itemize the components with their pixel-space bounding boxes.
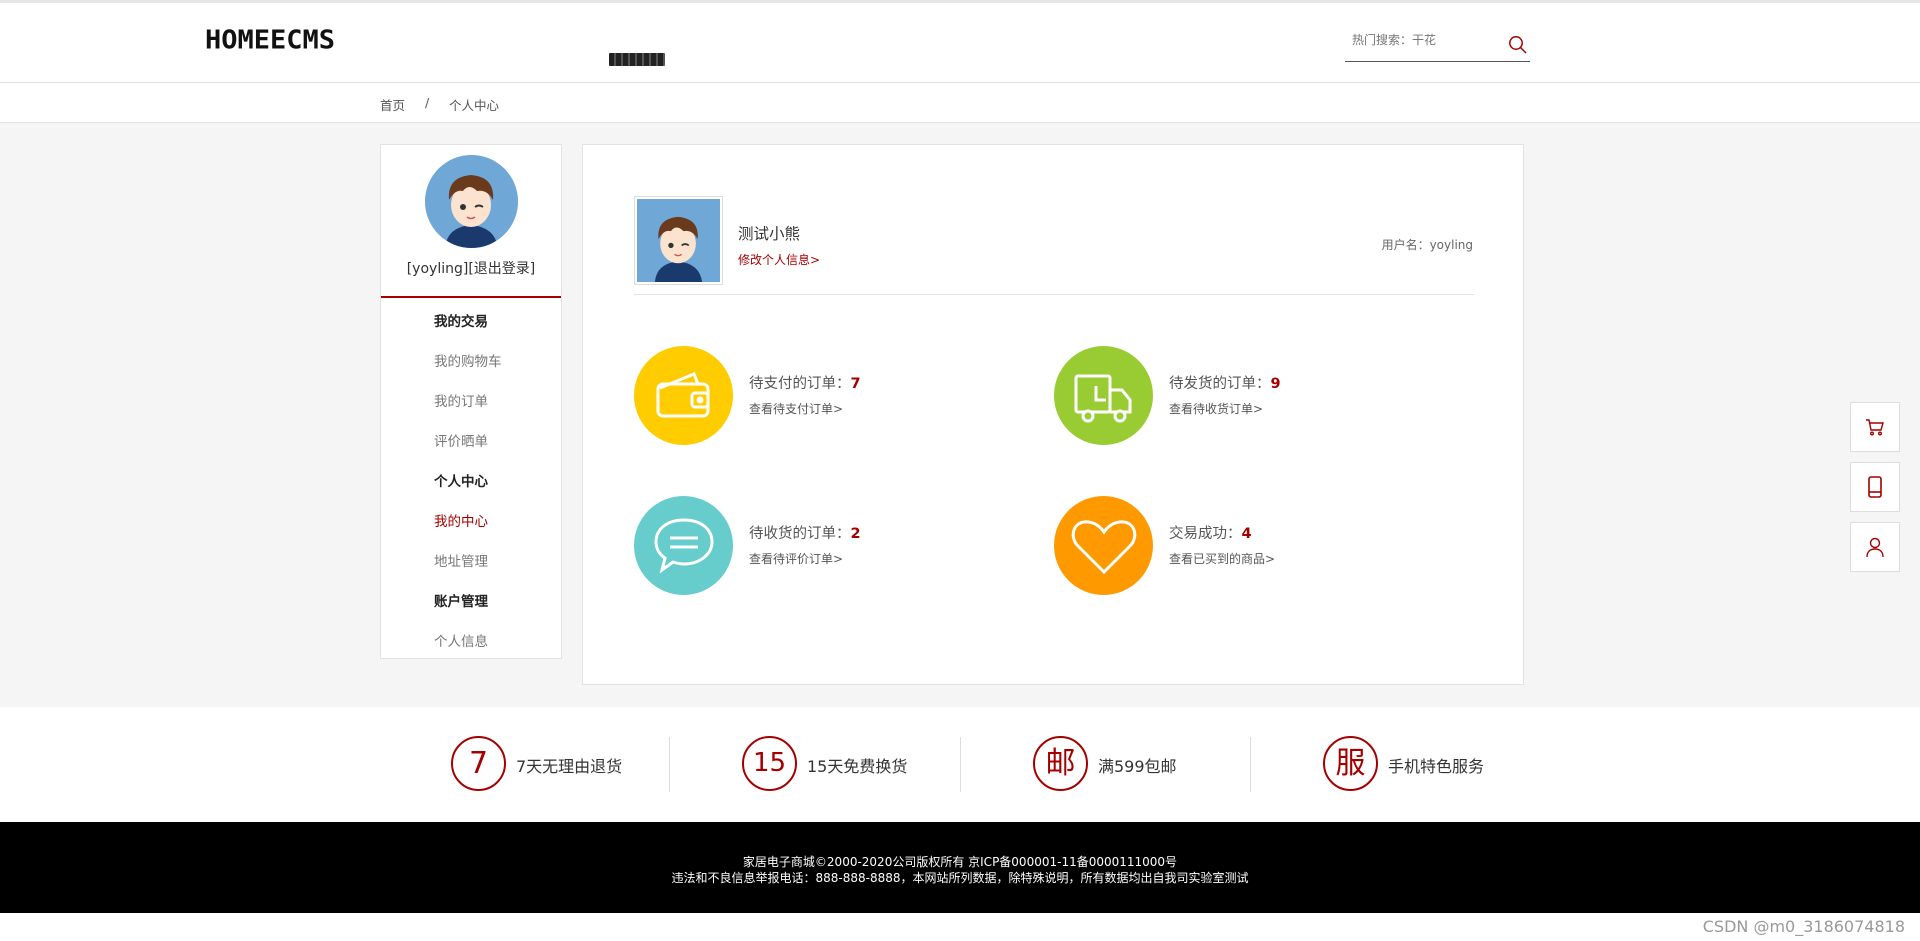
- stat-count: 9: [1270, 376, 1281, 392]
- side-menu: 我的交易 我的购物车 我的订单 评价晒单 个人中心 我的中心 地址管理 账户管理…: [381, 308, 561, 668]
- username: [yoyling]: [406, 261, 469, 277]
- menu-group-personal: 个人中心: [434, 474, 488, 490]
- site-logo[interactable]: HOMEECMS: [205, 26, 335, 55]
- search-box: [1345, 29, 1530, 62]
- stat-link[interactable]: 查看待支付订单>: [749, 400, 843, 417]
- stat-label: 交易成功：4: [1169, 526, 1252, 542]
- stat-pending-receipt: 待收货的订单：2 查看待评价订单>: [634, 496, 984, 596]
- search-input[interactable]: [1345, 29, 1495, 51]
- logout-link[interactable]: [退出登录]: [468, 261, 535, 277]
- breadcrumb: 首页 / 个人中心: [0, 83, 1920, 123]
- avatar: [425, 155, 518, 248]
- site-footer: 家居电子商城©2000-2020公司版权所有 京ICP备000001-11备00…: [0, 822, 1920, 913]
- nav-menu[interactable]: [609, 53, 665, 66]
- divider: [960, 737, 961, 792]
- stat-label: 待收货的订单：2: [749, 526, 861, 542]
- float-toolbar: [1850, 402, 1900, 582]
- menu-item-cart[interactable]: 我的购物车: [381, 348, 561, 388]
- stat-link[interactable]: 查看待收货订单>: [1169, 400, 1263, 417]
- service-text: 手机特色服务: [1388, 757, 1485, 776]
- search-icon[interactable]: [1508, 35, 1528, 55]
- divider: [1250, 737, 1251, 792]
- menu-item-my-center[interactable]: 我的中心: [381, 508, 561, 548]
- breadcrumb-home[interactable]: 首页: [380, 95, 405, 114]
- stat-completed: 交易成功：4 查看已买到的商品>: [1054, 496, 1404, 596]
- stat-pending-payment: 待支付的订单：7 查看待支付订单>: [634, 346, 984, 446]
- stat-label: 待支付的订单：7: [749, 376, 861, 392]
- divider: [381, 296, 561, 298]
- stat-count: 7: [850, 376, 861, 392]
- user-icon[interactable]: [1850, 522, 1900, 572]
- service-text: 15天免费换货: [807, 757, 908, 776]
- service-badge-icon: 7: [451, 736, 506, 791]
- menu-item-profile-info[interactable]: 个人信息: [381, 628, 561, 668]
- stat-pending-shipment: 待发货的订单：9 查看待收货订单>: [1054, 346, 1404, 446]
- wallet-icon: [634, 346, 733, 445]
- chat-icon: [634, 496, 733, 595]
- watermark: CSDN @m0_3186074818: [1702, 917, 1905, 936]
- breadcrumb-separator: /: [425, 95, 430, 110]
- heart-icon: [1054, 496, 1153, 595]
- menu-group-account: 账户管理: [434, 594, 488, 610]
- nickname: 测试小熊: [738, 225, 801, 243]
- content-area: [yoyling][退出登录] 我的交易 我的购物车 我的订单 评价晒单 个人中…: [0, 123, 1920, 707]
- divider: [669, 737, 670, 792]
- stat-link[interactable]: 查看待评价订单>: [749, 550, 843, 567]
- service-badge-icon: 15: [742, 736, 797, 791]
- sidebar: [yoyling][退出登录] 我的交易 我的购物车 我的订单 评价晒单 个人中…: [380, 144, 562, 659]
- phone-icon[interactable]: [1850, 462, 1900, 512]
- stat-count: 4: [1241, 526, 1252, 542]
- service-badge-icon: 服: [1323, 736, 1378, 791]
- edit-profile-link[interactable]: 修改个人信息>: [738, 251, 820, 268]
- stat-link[interactable]: 查看已买到的商品>: [1169, 550, 1275, 567]
- service-text: 7天无理由退货: [516, 757, 623, 776]
- profile-avatar: [634, 196, 723, 285]
- username-label: 用户名：yoyling: [1381, 238, 1473, 252]
- truck-icon: [1054, 346, 1153, 445]
- copyright-text: 家居电子商城©2000-2020公司版权所有 京ICP备000001-11备00…: [742, 855, 1178, 869]
- menu-item-orders[interactable]: 我的订单: [381, 388, 561, 428]
- menu-item-reviews[interactable]: 评价晒单: [381, 428, 561, 468]
- user-line: [yoyling][退出登录]: [381, 258, 561, 278]
- site-header: HOMEECMS: [0, 3, 1920, 83]
- service-badge-icon: 邮: [1033, 736, 1088, 791]
- cart-icon[interactable]: [1850, 402, 1900, 452]
- menu-item-address[interactable]: 地址管理: [381, 548, 561, 588]
- menu-group-trade: 我的交易: [434, 314, 488, 330]
- breadcrumb-current: 个人中心: [449, 98, 500, 113]
- disclaimer-text: 违法和不良信息举报电话：888-888-8888，本网站所列数据，除特殊说明，所…: [671, 871, 1249, 885]
- main-panel: 测试小熊 修改个人信息> 用户名：yoyling 待支付的订单：7 查看待支付订…: [582, 144, 1524, 685]
- services-bar: 7 7天无理由退货 15 15天免费换货 邮 满599包邮 服 手机特色服务: [0, 707, 1920, 822]
- service-text: 满599包邮: [1098, 757, 1177, 776]
- stat-label: 待发货的订单：9: [1169, 376, 1281, 392]
- stat-count: 2: [850, 526, 861, 542]
- divider: [634, 294, 1474, 295]
